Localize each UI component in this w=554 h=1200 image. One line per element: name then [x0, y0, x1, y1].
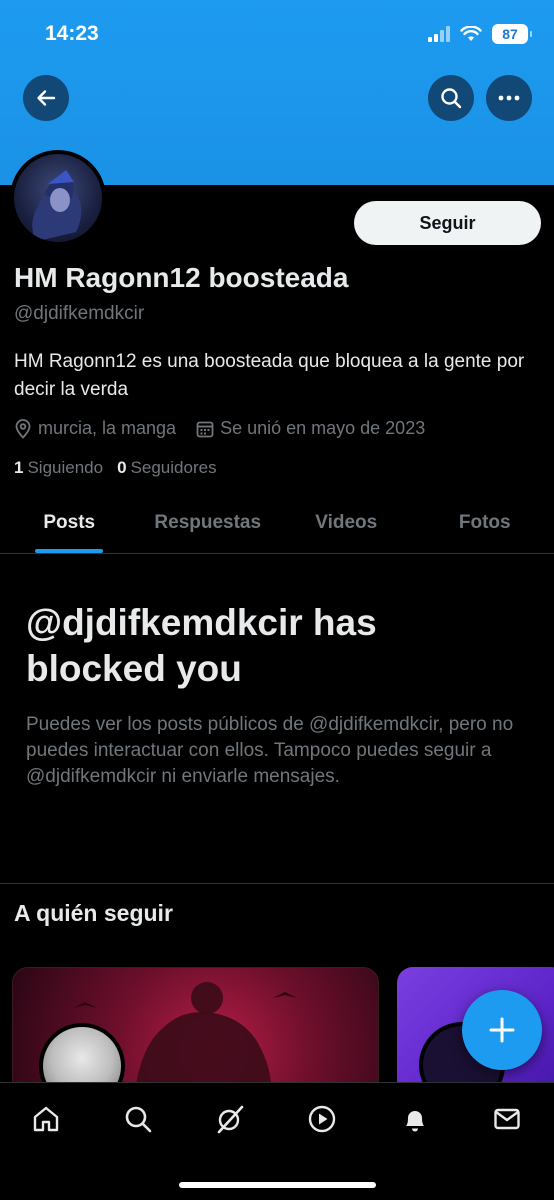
following-count: 1	[14, 458, 24, 477]
tab-videos[interactable]: Videos	[277, 492, 416, 553]
joined-text: Se unió en mayo de 2023	[220, 418, 426, 438]
compose-post-button[interactable]	[462, 990, 542, 1070]
arrow-left-icon	[37, 90, 56, 106]
following-link[interactable]: 1 Siguiendo	[14, 458, 103, 478]
plus-icon	[489, 1017, 515, 1043]
status-time: 14:23	[45, 22, 99, 45]
status-bar: 14:23 87	[0, 0, 554, 70]
profile-meta: murcia, la manga Se unió en mayo de 2023	[14, 418, 445, 439]
search-icon	[125, 1106, 152, 1133]
status-indicators: 87	[428, 24, 532, 44]
follow-counts: 1 Siguiendo 0 Seguidores	[14, 458, 231, 478]
more-horizontal-icon	[498, 95, 520, 101]
avatar-illustration	[32, 170, 82, 242]
home-icon	[33, 1106, 59, 1132]
location-pin-icon	[15, 418, 31, 439]
tab-posts[interactable]: Posts	[0, 492, 139, 553]
location-text: murcia, la manga	[38, 418, 177, 438]
notifications-icon	[406, 1111, 424, 1132]
followers-count: 0	[117, 458, 127, 477]
nav-notifications[interactable]	[395, 1099, 435, 1139]
messages-icon	[494, 1108, 520, 1130]
blocked-title: @djdifkemdkcir has blocked you	[26, 602, 377, 689]
signal-icon	[428, 26, 450, 42]
calendar-icon	[196, 421, 214, 437]
followers-label: Seguidores	[130, 458, 217, 477]
followers-link[interactable]: 0 Seguidores	[117, 458, 216, 478]
battery-icon: 87	[492, 24, 532, 44]
nav-messages[interactable]	[487, 1099, 527, 1139]
back-button[interactable]	[23, 75, 69, 121]
nav-video[interactable]	[302, 1099, 342, 1139]
more-options-button[interactable]	[486, 75, 532, 121]
search-button[interactable]	[428, 75, 474, 121]
grok-icon	[217, 1105, 244, 1134]
follow-button[interactable]: Seguir	[354, 201, 541, 245]
profile-bio: HM Ragonn12 es una boosteada que bloquea…	[14, 351, 525, 400]
joined-item: Se unió en mayo de 2023	[196, 418, 425, 439]
display-name: HM Ragonn12 boosteada	[14, 262, 349, 293]
tab-fotos[interactable]: Fotos	[416, 492, 554, 553]
profile-tabs: Posts Respuestas Videos Fotos	[0, 492, 554, 554]
who-to-follow-title: A quién seguir	[14, 900, 173, 926]
following-label: Siguiendo	[27, 458, 104, 477]
nav-home[interactable]	[26, 1099, 66, 1139]
blocked-description: Puedes ver los posts públicos de @djdifk…	[26, 714, 514, 787]
video-icon	[308, 1105, 336, 1133]
section-divider	[0, 883, 554, 884]
profile-avatar[interactable]	[10, 150, 106, 246]
search-icon	[441, 88, 462, 109]
home-indicator	[179, 1182, 376, 1188]
tab-respuestas[interactable]: Respuestas	[139, 492, 278, 553]
nav-grok[interactable]	[210, 1099, 250, 1139]
nav-search[interactable]	[118, 1099, 158, 1139]
location-item: murcia, la manga	[14, 418, 176, 439]
username-handle: @djdifkemdkcir	[14, 303, 145, 324]
wifi-icon	[460, 26, 482, 41]
